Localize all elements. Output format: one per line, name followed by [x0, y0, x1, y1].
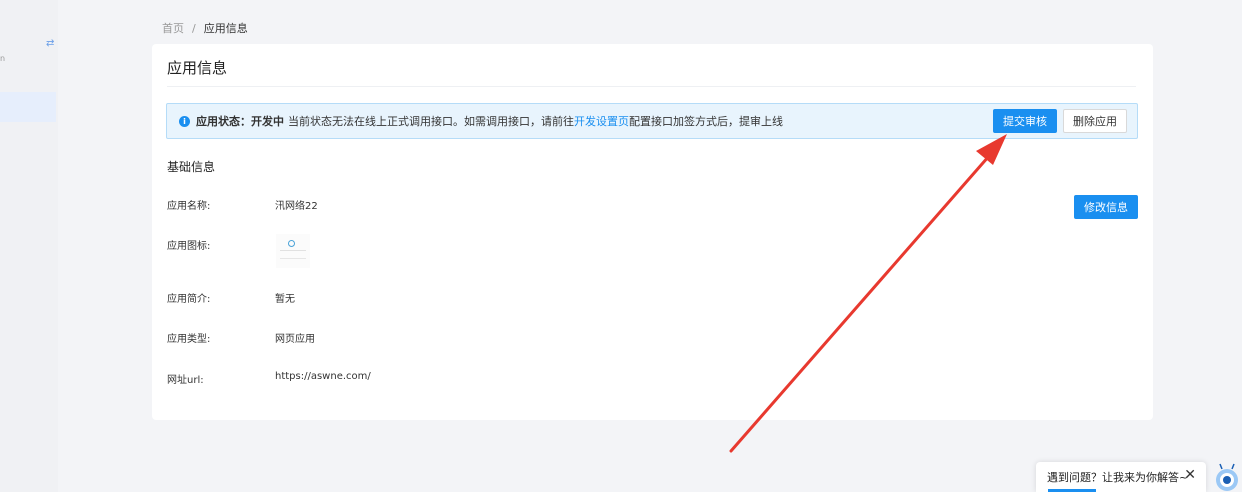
assistant-mascot-icon[interactable] [1213, 463, 1241, 492]
sidebar-cutoff-text: n [0, 54, 6, 63]
status-alert: i 应用状态： 开发中 当前状态无法在线上正式调用接口。如需调用接口，请前往 开… [166, 103, 1138, 139]
app-icon-image [276, 234, 310, 268]
app-url-label: 网址url: [167, 375, 204, 386]
app-type-value: 网页应用 [275, 334, 315, 345]
status-message-tail: 配置接口加签方式后，提审上线 [629, 115, 783, 128]
sidebar-active-item[interactable] [0, 92, 56, 122]
dev-settings-link[interactable]: 开发设置页 [574, 113, 629, 129]
breadcrumb: 首页 / 应用信息 [162, 20, 248, 36]
breadcrumb-separator: / [192, 21, 196, 35]
help-widget[interactable]: 遇到问题？让我来为你解答~ ✕ [1036, 462, 1206, 492]
delete-app-button[interactable]: 删除应用 [1063, 109, 1127, 133]
status-label: 应用状态： [196, 115, 251, 128]
app-type-label: 应用类型: [167, 334, 211, 345]
app-icon-label: 应用图标: [167, 241, 211, 252]
close-icon[interactable]: ✕ [1184, 467, 1196, 483]
basic-info-title: 基础信息 [167, 160, 216, 174]
breadcrumb-home[interactable]: 首页 [162, 20, 184, 36]
breadcrumb-current: 应用信息 [203, 22, 248, 35]
app-intro-label: 应用简介: [167, 294, 211, 305]
edit-info-button[interactable]: 修改信息 [1074, 195, 1138, 219]
app-url-value: https://aswne.com/ [275, 371, 371, 382]
info-icon: i [179, 115, 190, 127]
app-name-label: 应用名称: [167, 201, 211, 212]
swap-icon[interactable]: ⇄ [46, 38, 54, 49]
app-intro-value: 暂无 [275, 294, 295, 305]
help-text[interactable]: 遇到问题？让我来为你解答~ [1047, 469, 1188, 485]
app-info-card: 应用信息 i 应用状态： 开发中 当前状态无法在线上正式调用接口。如需调用接口，… [152, 44, 1153, 420]
submit-review-button[interactable]: 提交审核 [993, 109, 1057, 133]
status-message: 当前状态无法在线上正式调用接口。如需调用接口，请前往 [288, 115, 574, 128]
sidebar: ⇄ n [0, 0, 58, 492]
page-title: 应用信息 [167, 59, 228, 77]
app-name-value: 汛网络22 [275, 201, 318, 212]
divider [167, 86, 1136, 87]
status-value: 开发中 [251, 115, 284, 128]
